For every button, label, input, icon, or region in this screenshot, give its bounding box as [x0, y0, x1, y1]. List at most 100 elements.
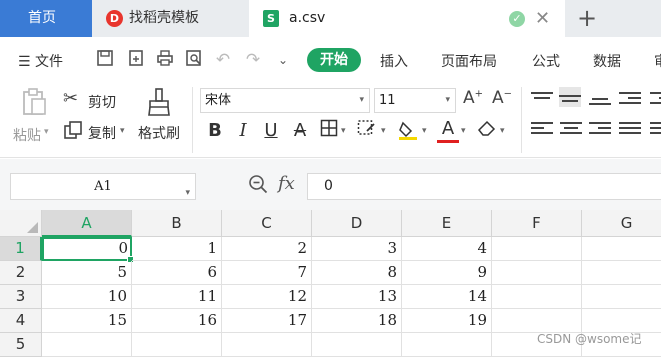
distributed-align-icon[interactable]: [650, 119, 661, 139]
align-justify-icon[interactable]: [619, 119, 641, 139]
export-icon[interactable]: [125, 49, 147, 71]
select-all-button[interactable]: [0, 210, 42, 237]
decrease-indent-icon[interactable]: [619, 89, 641, 109]
copy-button[interactable]: 复制: [88, 123, 116, 143]
align-left-icon[interactable]: [531, 119, 553, 139]
column-header-c[interactable]: C: [222, 210, 312, 237]
cell-e2[interactable]: 9: [402, 261, 492, 285]
cut-button[interactable]: 剪切: [88, 92, 116, 112]
cell-c1[interactable]: 2: [222, 237, 312, 261]
tab-review[interactable]: 审: [654, 51, 661, 71]
row-header-4[interactable]: 4: [0, 309, 42, 333]
align-middle-icon[interactable]: [559, 87, 581, 107]
cell-d3[interactable]: 13: [312, 285, 402, 309]
tab-start[interactable]: 开始: [307, 48, 361, 72]
cell-f3[interactable]: [492, 285, 582, 309]
file-menu-button[interactable]: ☰ 文件: [18, 51, 63, 71]
fill-color-icon[interactable]: [397, 119, 419, 148]
format-painter-icon[interactable]: [146, 87, 172, 117]
align-bottom-icon[interactable]: [589, 95, 611, 115]
clear-dropdown-icon[interactable]: ▾: [500, 126, 505, 136]
row-header-5[interactable]: 5: [0, 333, 42, 357]
undo-icon[interactable]: ↶: [212, 49, 234, 71]
cell-b1[interactable]: 1: [132, 237, 222, 261]
tab-template[interactable]: D 找稻壳模板: [93, 0, 248, 37]
cell-b4[interactable]: 16: [132, 309, 222, 333]
zoom-formula-icon[interactable]: [248, 174, 268, 199]
align-center-icon[interactable]: [560, 119, 582, 139]
close-tab-icon[interactable]: ✕: [535, 0, 550, 37]
new-tab-button[interactable]: +: [577, 4, 597, 32]
formula-input[interactable]: 0: [307, 173, 661, 200]
cell-a2[interactable]: 5: [42, 261, 132, 285]
border-icon[interactable]: [318, 119, 340, 144]
cell-b3[interactable]: 11: [132, 285, 222, 309]
more-dropdown-icon[interactable]: ⌄: [272, 49, 294, 71]
font-color-icon[interactable]: A: [437, 119, 459, 143]
cell-a1[interactable]: 0: [42, 237, 134, 263]
column-header-g[interactable]: G: [582, 210, 661, 237]
column-header-b[interactable]: B: [132, 210, 222, 237]
increase-indent-icon[interactable]: [650, 89, 661, 109]
align-right-icon[interactable]: [589, 119, 611, 139]
cell-d2[interactable]: 8: [312, 261, 402, 285]
cell-c2[interactable]: 7: [222, 261, 312, 285]
cell-c5[interactable]: [222, 333, 312, 357]
cell-e3[interactable]: 14: [402, 285, 492, 309]
row-header-2[interactable]: 2: [0, 261, 42, 285]
cell-g2[interactable]: [582, 261, 661, 285]
font-size-select[interactable]: 11 ▾: [374, 88, 456, 113]
column-header-f[interactable]: F: [492, 210, 582, 237]
tab-insert[interactable]: 插入: [380, 51, 408, 71]
cell-e1[interactable]: 4: [402, 237, 492, 261]
insert-function-button[interactable]: fx: [278, 173, 295, 194]
paste-dropdown-icon[interactable]: ▾: [44, 127, 49, 137]
italic-button[interactable]: I: [232, 119, 254, 143]
print-preview-icon[interactable]: [183, 49, 205, 71]
tab-file[interactable]: S a.csv ✓ ✕: [249, 0, 565, 37]
cell-d5[interactable]: [312, 333, 402, 357]
copy-dropdown-icon[interactable]: ▾: [120, 126, 125, 136]
format-painter-button[interactable]: 格式刷: [138, 123, 180, 143]
align-top-icon[interactable]: [531, 89, 553, 109]
row-header-3[interactable]: 3: [0, 285, 42, 309]
cell-f1[interactable]: [492, 237, 582, 261]
font-family-select[interactable]: 宋体 ▾: [200, 88, 370, 113]
column-header-a[interactable]: A: [42, 210, 132, 237]
save-icon[interactable]: [94, 49, 116, 71]
paste-icon[interactable]: [19, 87, 49, 117]
column-header-d[interactable]: D: [312, 210, 402, 237]
print-icon[interactable]: [154, 49, 176, 71]
cell-c4[interactable]: 17: [222, 309, 312, 333]
cell-g3[interactable]: [582, 285, 661, 309]
bold-button[interactable]: B: [204, 119, 226, 143]
underline-button[interactable]: U: [260, 119, 282, 143]
strikethrough-icon[interactable]: A: [289, 119, 311, 143]
increase-font-icon[interactable]: A+: [463, 88, 483, 108]
cell-style-icon[interactable]: [356, 119, 378, 144]
paste-button[interactable]: 粘贴: [13, 125, 41, 145]
tab-data[interactable]: 数据: [593, 51, 621, 71]
cell-a3[interactable]: 10: [42, 285, 132, 309]
cell-a5[interactable]: [42, 333, 132, 357]
row-header-1[interactable]: 1: [0, 237, 42, 261]
cell-g1[interactable]: [582, 237, 661, 261]
tab-home[interactable]: 首页: [0, 0, 92, 37]
cell-d4[interactable]: 18: [312, 309, 402, 333]
cell-c3[interactable]: 12: [222, 285, 312, 309]
cell-b5[interactable]: [132, 333, 222, 357]
cell-f2[interactable]: [492, 261, 582, 285]
font-color-dropdown-icon[interactable]: ▾: [461, 126, 466, 136]
name-box[interactable]: A1 ▾: [10, 173, 196, 200]
cell-d1[interactable]: 3: [312, 237, 402, 261]
cell-e4[interactable]: 19: [402, 309, 492, 333]
border-dropdown-icon[interactable]: ▾: [341, 126, 346, 136]
eraser-icon[interactable]: [476, 119, 498, 144]
fill-color-dropdown-icon[interactable]: ▾: [422, 126, 427, 136]
cell-style-dropdown-icon[interactable]: ▾: [381, 126, 386, 136]
cell-b2[interactable]: 6: [132, 261, 222, 285]
cell-e5[interactable]: [402, 333, 492, 357]
tab-page-layout[interactable]: 页面布局: [441, 51, 497, 71]
redo-icon[interactable]: ↷: [242, 49, 264, 71]
decrease-font-icon[interactable]: A−: [492, 88, 512, 108]
